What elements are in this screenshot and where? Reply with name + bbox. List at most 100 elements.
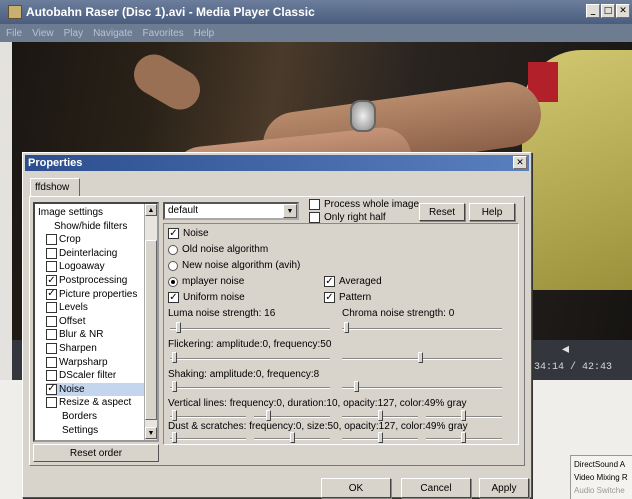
menu-file[interactable]: File: [6, 28, 22, 39]
checkbox-icon[interactable]: [46, 261, 57, 273]
mplayer-noise-radio[interactable]: mplayer noise: [168, 276, 244, 287]
dust-color-thumb[interactable]: [461, 432, 466, 443]
tree-item[interactable]: ✓ Noise: [46, 382, 146, 396]
chevron-down-icon[interactable]: ▼: [283, 204, 297, 218]
vlines-frequency-track[interactable]: [170, 416, 246, 418]
help-button[interactable]: Help: [469, 203, 515, 221]
dust-size-thumb[interactable]: [290, 432, 295, 443]
noise-enable-checkbox[interactable]: ✓ Noise: [168, 228, 209, 239]
tree-item-label: DScaler filter: [59, 370, 117, 382]
only-right-half-checkbox[interactable]: Only right half: [309, 212, 386, 223]
tree-item[interactable]: Logoaway: [46, 260, 105, 273]
checkbox-icon[interactable]: [46, 343, 57, 354]
dust-frequency-thumb[interactable]: [172, 432, 177, 443]
filter-directsound[interactable]: DirectSound A: [574, 458, 629, 471]
vertical-lines-label: Vertical lines: frequency:0, duration:10…: [168, 398, 467, 409]
scroll-thumb[interactable]: [145, 240, 157, 420]
checkbox-icon[interactable]: [46, 356, 57, 368]
apply-button[interactable]: Apply: [479, 478, 529, 498]
reset-order-button[interactable]: Reset order: [33, 444, 159, 462]
tree-item[interactable]: Offset: [46, 315, 86, 328]
shaking-frequency-track[interactable]: [342, 387, 502, 389]
maximize-button[interactable]: □: [601, 4, 615, 18]
menu-favorites[interactable]: Favorites: [143, 28, 184, 39]
tree-item[interactable]: Sharpen: [46, 342, 97, 355]
tree-item[interactable]: Settings: [62, 424, 98, 437]
menu-view[interactable]: View: [32, 28, 54, 39]
chroma-slider-track[interactable]: [342, 328, 502, 330]
tree-item[interactable]: Crop: [46, 233, 81, 246]
tree-item[interactable]: Borders: [62, 410, 97, 423]
old-noise-radio[interactable]: Old noise algorithm: [168, 244, 268, 255]
tree-item[interactable]: Deinterlacing: [46, 247, 117, 260]
tree-item[interactable]: Warpsharp: [46, 356, 108, 369]
cancel-button[interactable]: Cancel: [401, 478, 471, 498]
tree-item[interactable]: ✓ Picture properties: [46, 288, 137, 301]
pattern-checkbox[interactable]: ✓ Pattern: [324, 292, 371, 303]
shaking-label: Shaking: amplitude:0, frequency:8: [168, 369, 320, 380]
checkbox-icon[interactable]: [46, 247, 57, 259]
volume-icon[interactable]: ◂: [562, 340, 569, 357]
menu-navigate[interactable]: Navigate: [93, 28, 132, 39]
uniform-noise-checkbox[interactable]: ✓ Uniform noise: [168, 292, 245, 303]
shaking-amplitude-track[interactable]: [170, 387, 330, 389]
check-icon: ✓: [324, 291, 335, 303]
check-icon: ✓: [168, 291, 179, 303]
tree-item[interactable]: Blur & NR: [46, 328, 103, 341]
tab-ffdshow[interactable]: ffdshow: [30, 178, 80, 197]
scroll-down-button[interactable]: ▼: [145, 427, 157, 439]
luma-slider-thumb[interactable]: [176, 322, 181, 333]
ok-button[interactable]: OK: [321, 478, 391, 498]
vlines-opacity-thumb[interactable]: [378, 410, 383, 421]
tree-item-label: Offset: [59, 315, 86, 327]
filter-video-mixing[interactable]: Video Mixing R: [574, 471, 629, 484]
tree-item-label: Noise: [59, 383, 85, 395]
check-icon[interactable]: ✓: [46, 288, 57, 300]
dialog-close-button[interactable]: ✕: [513, 156, 527, 169]
radio-icon: [168, 260, 178, 271]
check-icon[interactable]: ✓: [46, 383, 57, 395]
check-icon[interactable]: ✓: [46, 275, 57, 286]
reset-button[interactable]: Reset: [419, 203, 465, 221]
shaking-amplitude-thumb[interactable]: [172, 381, 177, 392]
radio-icon: [168, 244, 178, 255]
new-noise-radio[interactable]: New noise algorithm (avih): [168, 260, 300, 271]
tree-item[interactable]: Levels: [46, 301, 88, 314]
dust-opacity-thumb[interactable]: [378, 432, 383, 443]
menu-help[interactable]: Help: [194, 28, 215, 39]
menu-play[interactable]: Play: [64, 28, 83, 39]
checkbox-icon[interactable]: [46, 315, 57, 327]
tree-item-label: Settings: [62, 424, 99, 436]
checkbox-icon[interactable]: [46, 302, 57, 314]
tree-item[interactable]: Resize & aspect: [46, 396, 131, 409]
chroma-slider-thumb[interactable]: [344, 322, 349, 333]
preset-select[interactable]: default ▼: [163, 202, 299, 220]
checkbox-icon[interactable]: [46, 329, 57, 341]
tree-scrollbar[interactable]: ▲ ▼: [144, 204, 157, 440]
checkbox-icon[interactable]: [46, 234, 57, 246]
scroll-up-button[interactable]: ▲: [145, 204, 157, 216]
close-button[interactable]: ✕: [616, 4, 630, 18]
checkbox-icon[interactable]: [46, 397, 57, 409]
mpc-title-text: Autobahn Raser (Disc 1).avi - Media Play…: [26, 5, 315, 19]
filter-audio-switcher[interactable]: Audio Switche: [574, 484, 629, 497]
dust-frequency-track[interactable]: [170, 438, 246, 440]
process-whole-image-checkbox[interactable]: Process whole image: [309, 199, 419, 210]
flicker-frequency-thumb[interactable]: [418, 352, 423, 363]
vlines-color-thumb[interactable]: [461, 410, 466, 421]
filter-tree[interactable]: Image settings Show/hide filters Crop Deint…: [33, 202, 159, 442]
averaged-checkbox[interactable]: ✓ Averaged: [324, 276, 382, 287]
tree-item[interactable]: DScaler filter: [46, 369, 116, 382]
tree-item[interactable]: Image settings: [38, 206, 103, 219]
checkbox-icon[interactable]: [46, 370, 57, 382]
shaking-frequency-thumb[interactable]: [354, 381, 359, 392]
vlines-frequency-thumb[interactable]: [172, 410, 177, 421]
noise-enable-label: Noise: [183, 228, 209, 239]
tree-item[interactable]: Show/hide filters: [54, 220, 127, 233]
luma-slider-track[interactable]: [170, 328, 330, 330]
vlines-duration-thumb[interactable]: [266, 410, 271, 421]
minimize-button[interactable]: _: [586, 4, 600, 18]
flicker-amplitude-track[interactable]: [170, 358, 330, 360]
tree-item[interactable]: ✓ Postprocessing: [46, 274, 127, 287]
flicker-amplitude-thumb[interactable]: [172, 352, 177, 363]
